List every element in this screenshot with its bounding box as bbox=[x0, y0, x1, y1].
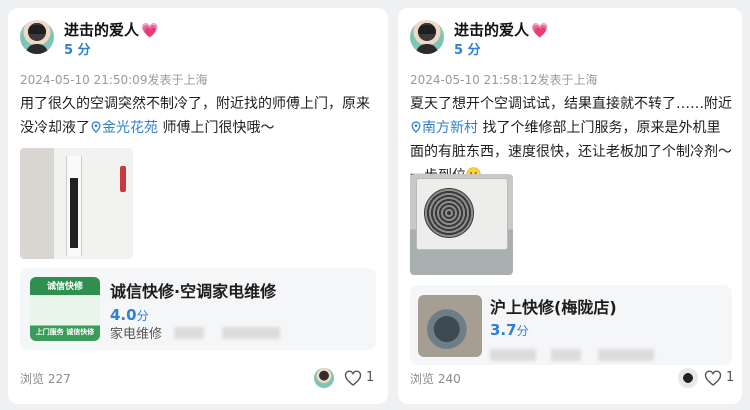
location-name[interactable]: 金光花苑 bbox=[102, 120, 158, 136]
liker-avatar[interactable] bbox=[678, 368, 698, 388]
user-score-value: 5 bbox=[454, 43, 464, 58]
shop-score-value: 4.0 bbox=[110, 306, 137, 324]
shop-score-unit: 分 bbox=[516, 324, 529, 338]
blurred-text bbox=[222, 327, 281, 339]
shop-score: 3.7分 bbox=[490, 321, 529, 340]
user-name-row[interactable]: 进击的爱人 💗 bbox=[64, 20, 158, 41]
user-name-row[interactable]: 进击的爱人 💗 bbox=[454, 20, 548, 41]
ac-panel-shape bbox=[70, 178, 78, 248]
shop-card[interactable]: 沪上快修(梅陇店) 3.7分 bbox=[410, 285, 732, 365]
user-score: 5 分 bbox=[64, 42, 91, 60]
shop-score: 4.0分 bbox=[110, 306, 149, 325]
review-footer: 浏览 240 1 bbox=[410, 368, 735, 390]
review-card[interactable]: 进击的爱人 💗 5 分 2024-05-10 21:50:09发表于上海 用了很久… bbox=[8, 8, 388, 404]
shop-name[interactable]: 沪上快修(梅陇店) bbox=[490, 297, 617, 319]
review-meta: 2024-05-10 21:58:12发表于上海 bbox=[410, 73, 598, 87]
heart-badge-icon: 💗 bbox=[141, 23, 159, 39]
liker-avatar[interactable] bbox=[314, 368, 334, 388]
shop-card[interactable]: 诚信快修 上门服务 诚信快修 诚信快修·空调家电维修 4.0分 家电维修 bbox=[20, 268, 376, 350]
user-name[interactable]: 进击的爱人 bbox=[64, 21, 139, 39]
shop-category-row bbox=[490, 345, 655, 364]
thumb-title: 诚信快修 bbox=[46, 282, 83, 292]
shop-score-unit: 分 bbox=[136, 309, 149, 323]
location-link[interactable]: 南方新村 bbox=[410, 120, 478, 136]
avatar[interactable] bbox=[410, 20, 444, 54]
thumb-subtitle: 上门服务 诚信快修 bbox=[35, 328, 95, 336]
location-pin-icon bbox=[91, 121, 101, 133]
location-pin-icon bbox=[411, 121, 421, 133]
shop-category: 家电维修 bbox=[110, 327, 163, 342]
review-header: 进击的爱人 💗 5 分 bbox=[410, 20, 730, 70]
location-link[interactable]: 金光花苑 bbox=[90, 120, 158, 136]
user-score-unit: 分 bbox=[77, 43, 91, 58]
user-score-unit: 分 bbox=[467, 43, 481, 58]
heart-outline-icon[interactable] bbox=[344, 370, 362, 386]
review-photo[interactable] bbox=[410, 174, 513, 275]
avatar[interactable] bbox=[20, 20, 54, 54]
shop-thumbnail: 诚信快修 上门服务 诚信快修 bbox=[30, 277, 100, 341]
view-count: 浏览 240 bbox=[410, 372, 461, 386]
fan-grille-shape bbox=[424, 188, 474, 238]
blurred-text bbox=[551, 349, 582, 361]
review-footer: 浏览 227 1 bbox=[20, 368, 376, 390]
like-count: 1 bbox=[366, 370, 375, 385]
review-header: 进击的爱人 💗 5 分 bbox=[20, 20, 340, 70]
review-text-part: 夏天了想开个空调试试，结果直接就不转了……附近 bbox=[410, 96, 732, 112]
location-name[interactable]: 南方新村 bbox=[422, 120, 478, 136]
blurred-text bbox=[490, 349, 536, 361]
review-meta: 2024-05-10 21:50:09发表于上海 bbox=[20, 73, 208, 87]
review-card[interactable]: 进击的爱人 💗 5 分 2024-05-10 21:58:12发表于上海 夏天了想… bbox=[398, 8, 742, 404]
shop-thumbnail bbox=[418, 295, 482, 357]
review-text: 用了很久的空调突然不制冷了，附近找的师傅上门，原来没冷却液了 金光花苑 师傅上门很… bbox=[20, 92, 376, 140]
user-score-value: 5 bbox=[64, 43, 74, 58]
review-text-part: 师傅上门很快哦～ bbox=[158, 120, 275, 136]
review-photo[interactable] bbox=[20, 148, 133, 259]
like-count: 1 bbox=[726, 370, 735, 385]
blurred-text bbox=[598, 349, 655, 361]
blurred-text bbox=[174, 327, 205, 339]
red-decoration-shape bbox=[120, 166, 126, 192]
shop-category-row: 家电维修 bbox=[110, 327, 281, 343]
heart-outline-icon[interactable] bbox=[704, 370, 722, 386]
view-count: 浏览 227 bbox=[20, 372, 71, 386]
shop-score-value: 3.7 bbox=[490, 321, 517, 339]
heart-badge-icon: 💗 bbox=[531, 23, 549, 39]
user-name[interactable]: 进击的爱人 bbox=[454, 21, 529, 39]
user-score: 5 分 bbox=[454, 42, 481, 60]
shop-name[interactable]: 诚信快修·空调家电维修 bbox=[110, 281, 276, 303]
